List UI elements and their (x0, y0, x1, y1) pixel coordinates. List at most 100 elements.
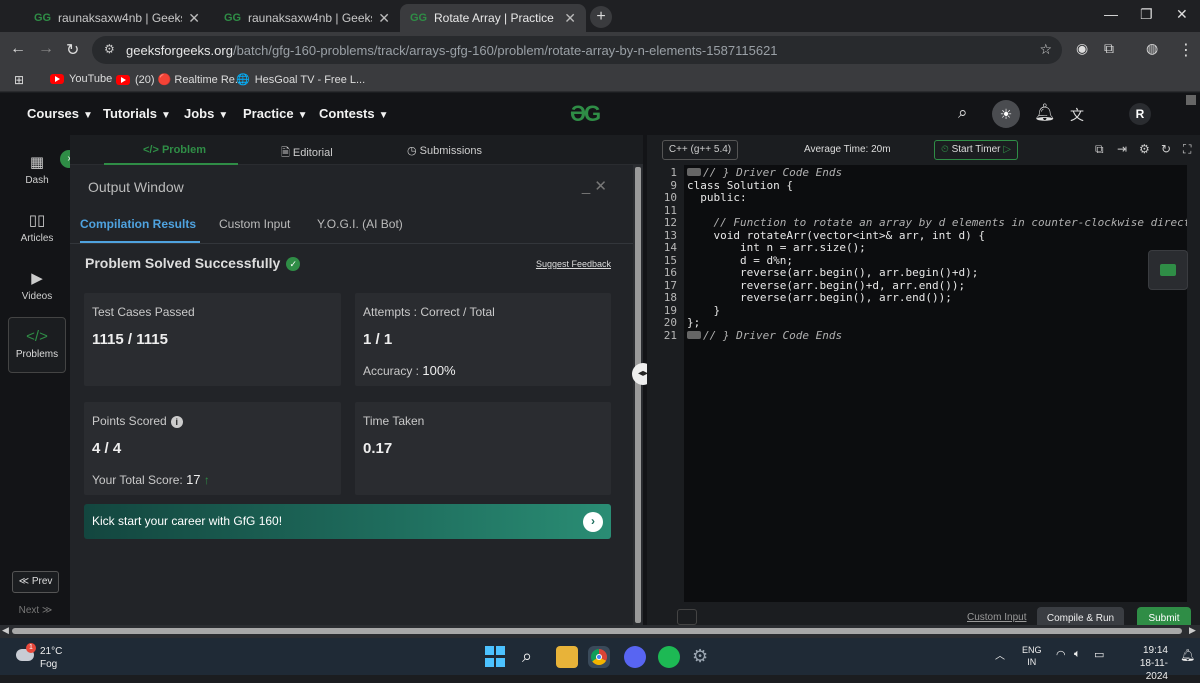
language-indicator[interactable]: ENG IN (1022, 644, 1042, 668)
nav-courses[interactable]: Courses ▼ (27, 106, 93, 121)
page-horizontal-scrollbar[interactable]: ◀ ▶ (0, 625, 1200, 638)
close-icon[interactable]: _ ✕ (582, 177, 607, 195)
tab-problem[interactable]: </> Problem (143, 144, 206, 156)
scrollbar-thumb[interactable] (12, 628, 1182, 634)
fold-marker-icon[interactable] (687, 168, 701, 176)
speaker-icon[interactable]: 🔈︎ (1074, 648, 1081, 661)
export-icon[interactable]: ⇥ (1117, 142, 1127, 156)
forward-icon[interactable]: → (38, 40, 54, 58)
fullscreen-icon[interactable]: ⛶ (1183, 142, 1191, 157)
apps-grid-icon[interactable]: ⊞ (14, 73, 24, 87)
theme-toggle-button[interactable]: ☀ (992, 100, 1020, 128)
reset-icon[interactable]: ↻ (1161, 142, 1171, 156)
bookmark-star-icon[interactable]: ☆ (1039, 41, 1052, 58)
new-tab-button[interactable]: + (590, 6, 612, 28)
next-button[interactable]: Next ≫ (12, 600, 59, 622)
rail-item-problems[interactable]: </> Problems (8, 317, 66, 373)
browser-tab-2[interactable]: GG raunaksaxw4nb | GeeksforGeek ✕ (214, 4, 400, 32)
language-select[interactable]: C++ (g++ 5.4) (662, 140, 738, 160)
code-line[interactable]: }; (687, 316, 700, 329)
chevron-right-icon[interactable]: › (583, 512, 603, 532)
browser-tab-1[interactable]: GG raunaksaxw4nb | GeeksforGeek ✕ (24, 4, 210, 32)
tab-compilation-results[interactable]: Compilation Results (80, 217, 196, 231)
nav-tutorials[interactable]: Tutorials ▼ (103, 106, 171, 121)
copy-icon[interactable]: ⧉ (1095, 142, 1104, 157)
maximize-icon[interactable]: ❐ (1140, 6, 1153, 23)
address-bar[interactable]: ⚙ geeksforgeeks.org/batch/gfg-160-proble… (92, 36, 1062, 64)
settings-gear-icon[interactable]: ⚙ (692, 646, 714, 668)
code-line[interactable]: d = d%n; (687, 254, 793, 267)
profile-icon[interactable]: ◍ (1146, 40, 1158, 57)
minimize-icon[interactable]: — (1104, 6, 1118, 22)
search-icon[interactable]: ⌕ (522, 646, 544, 668)
settings-icon[interactable]: ⚙ (1139, 142, 1150, 156)
code-line[interactable]: // } Driver Code Ends (687, 329, 842, 342)
bookmark-hesgoal[interactable]: 🌐 HesGoal TV - Free L... (236, 73, 365, 87)
info-icon[interactable]: i (170, 416, 183, 428)
avatar[interactable]: R (1129, 103, 1151, 125)
tray-chevron-up-icon[interactable]: ︿ (995, 647, 1005, 662)
tab-custom-input[interactable]: Custom Input (219, 217, 290, 231)
close-icon[interactable]: ✕ (564, 10, 576, 27)
code-line[interactable]: class Solution { (687, 179, 793, 192)
suggest-feedback-link[interactable]: Suggest Feedback (536, 259, 611, 269)
search-icon[interactable]: ⌕ (958, 103, 968, 123)
output-scrollbar[interactable] (633, 165, 643, 625)
tab-yogi-bot[interactable]: Y.O.G.I. (AI Bot) (317, 217, 403, 231)
site-info-icon[interactable]: ⚙ (104, 42, 115, 56)
scroll-right-arrow[interactable]: ▶ (1189, 625, 1196, 636)
close-window-icon[interactable]: ✕ (1176, 6, 1188, 23)
clock[interactable]: 19:14 18-11-2024 (1118, 644, 1168, 683)
scroll-left-arrow[interactable]: ◀ (2, 625, 9, 636)
discord-icon[interactable] (624, 646, 646, 668)
code-line[interactable]: } (687, 304, 720, 317)
code-line[interactable]: reverse(arr.begin()+d, arr.end()); (687, 279, 965, 292)
close-icon[interactable]: ✕ (188, 10, 200, 27)
scrollbar-thumb[interactable] (635, 167, 641, 623)
rail-item-articles[interactable]: ▯▯ Articles (8, 201, 66, 257)
bell-icon[interactable]: 🔔︎ (1034, 103, 1056, 123)
menu-kebab-icon[interactable]: ⋮ (1178, 40, 1194, 60)
code-line[interactable]: // Function to rotate an array by d elem… (687, 216, 1200, 229)
gfg160-banner[interactable]: Kick start your career with GfG 160! › (84, 504, 611, 539)
nav-jobs[interactable]: Jobs ▼ (184, 106, 228, 121)
code-line[interactable]: reverse(arr.begin(), arr.end()); (687, 291, 952, 304)
reload-icon[interactable]: ↻ (66, 40, 79, 60)
rail-item-dash[interactable]: ▦ Dash (8, 143, 66, 199)
notification-bell-icon[interactable]: 🔔︎ (1180, 648, 1195, 662)
code-line[interactable]: reverse(arr.begin(), arr.begin()+d); (687, 266, 978, 279)
chat-float-button[interactable] (1148, 250, 1188, 290)
tab-editorial[interactable]: 🗎 Editorial (281, 144, 333, 163)
editor-scrollbar[interactable] (1187, 165, 1200, 617)
file-explorer-icon[interactable] (556, 646, 578, 668)
close-icon[interactable]: ✕ (378, 10, 390, 27)
code-editor[interactable]: 1 9 10 11 12 13 14 15 16 17 18 19 20 21 // } Driver C… (647, 165, 1200, 602)
scroll-up-arrow[interactable] (1186, 95, 1196, 105)
editor-settings-icon[interactable] (677, 609, 697, 625)
extension-icon[interactable]: ◉ (1076, 40, 1088, 57)
nav-practice[interactable]: Practice ▼ (243, 106, 308, 121)
code-line[interactable]: void rotateArr(vector<int>& arr, int d) … (687, 229, 985, 242)
prev-button[interactable]: ≪ Prev (12, 571, 59, 593)
wifi-icon[interactable]: ◠ (1056, 648, 1066, 661)
browser-tab-3[interactable]: GG Rotate Array | Practice | Geeksfo ✕ (400, 4, 586, 32)
puzzle-icon[interactable]: ⧉ (1104, 40, 1114, 57)
start-windows-icon[interactable] (485, 646, 507, 668)
custom-input-link[interactable]: Custom Input (967, 612, 1026, 623)
back-icon[interactable]: ← (10, 40, 26, 58)
translate-icon[interactable]: ⽂ (1070, 105, 1084, 125)
code-line[interactable]: // } Driver Code Ends (687, 166, 842, 179)
bookmark-realtime[interactable]: (20) 🔴 Realtime Re... (116, 73, 244, 86)
tab-submissions[interactable]: ◷ Submissions (407, 144, 482, 157)
spotify-icon[interactable] (658, 646, 680, 668)
nav-contests[interactable]: Contests ▼ (319, 106, 389, 121)
gfg-logo[interactable]: ƏG (570, 101, 601, 127)
start-timer-button[interactable]: ⏲ Start Timer ▷ (934, 140, 1018, 160)
rail-item-videos[interactable]: ▶ Videos (8, 259, 66, 315)
chrome-icon[interactable] (588, 646, 610, 668)
code-line[interactable]: int n = arr.size(); (687, 241, 866, 254)
battery-icon[interactable]: ▭ (1094, 648, 1104, 661)
bookmark-youtube[interactable]: YouTube (50, 73, 112, 85)
fold-marker-icon[interactable] (687, 330, 701, 339)
code-line[interactable]: public: (687, 191, 746, 204)
